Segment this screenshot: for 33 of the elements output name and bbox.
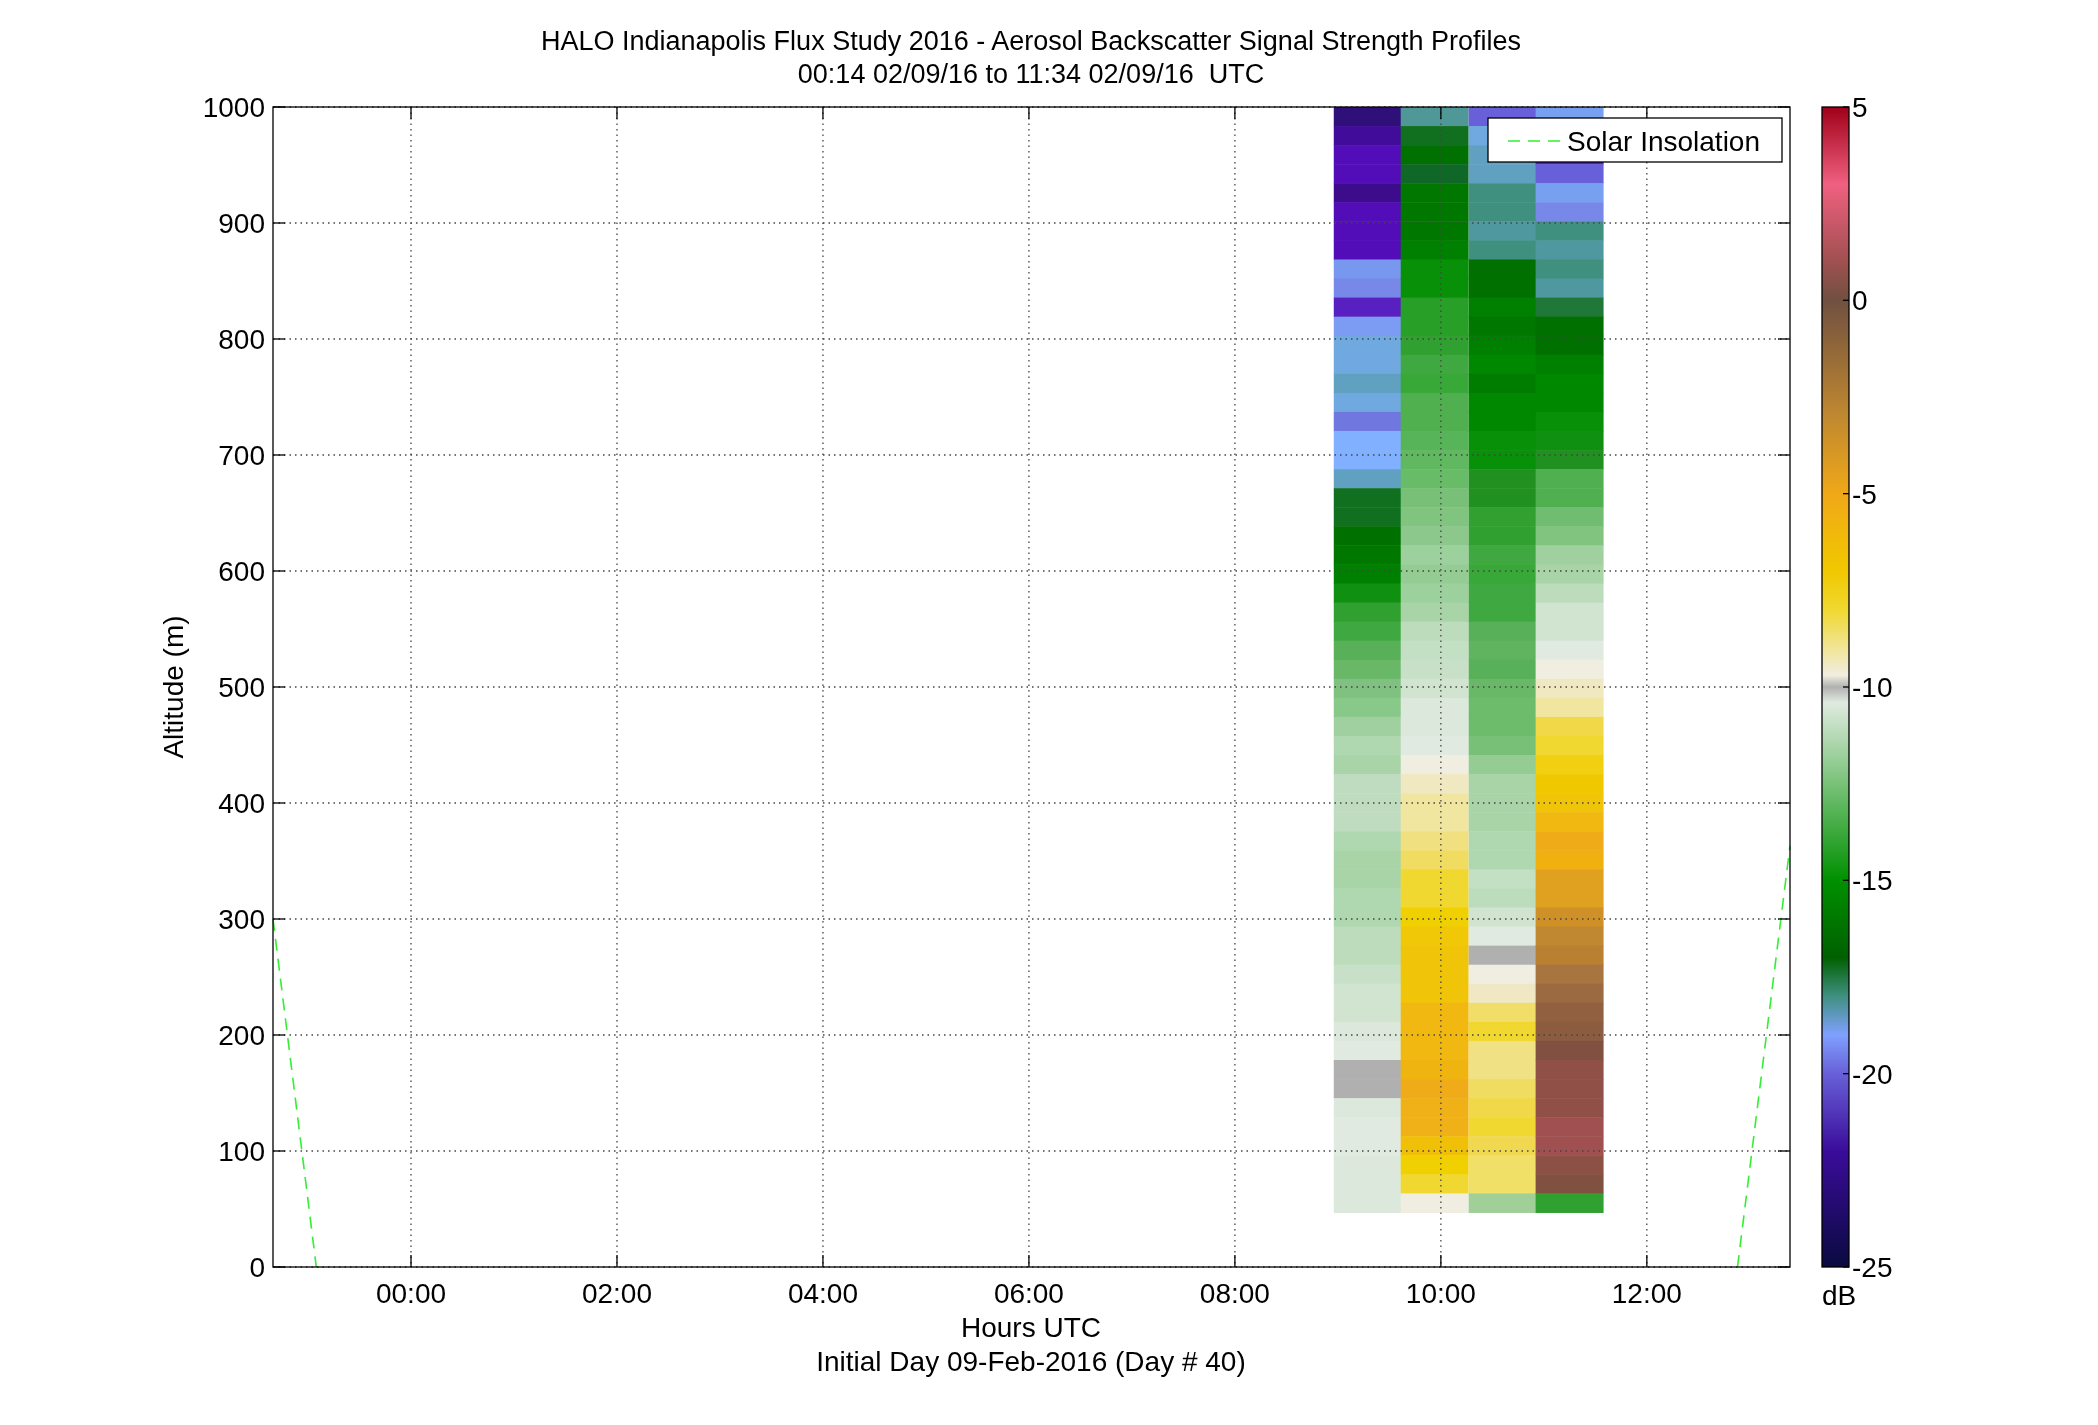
y-axis-label: Altitude (m)	[158, 615, 189, 759]
colorbar-tick-label: -10	[1852, 672, 1893, 703]
colorbar-tick-label: 0	[1852, 285, 1868, 317]
y-tick-label: 900	[218, 208, 265, 239]
colorbar-tick-label: -5	[1852, 478, 1877, 510]
x-tick-label: 04:00	[787, 1278, 858, 1309]
y-tick-label: 200	[218, 1020, 265, 1051]
x-tick-label: 08:00	[1199, 1278, 1270, 1309]
y-tick-label: 1000	[202, 92, 265, 123]
x-tick-label: 00:00	[375, 1278, 447, 1309]
x-tick-label: 06:00	[993, 1278, 1064, 1309]
chart-title: HALO Indianapolis Flux Study 2016 - Aerosol Backscatter Signal Strength Profiles	[541, 26, 1521, 56]
caption: Initial Day 09-Feb-2016 (Day # 40)	[816, 1346, 1246, 1377]
colorbar-unit: dB	[1822, 1280, 1857, 1311]
chart-subtitle: 00:14 02/09/16 to 11:34 02/09/16 UTC	[797, 59, 1265, 89]
x-axis-label: Hours UTC	[961, 1312, 1101, 1343]
legend-label: Solar Insolation	[1567, 126, 1760, 157]
y-tick-label: 0	[249, 1252, 265, 1283]
colorbar-tick-label: -20	[1852, 1058, 1893, 1090]
y-tick-label: 800	[218, 324, 265, 355]
y-tick-label: 400	[218, 788, 265, 819]
y-tick-label: 100	[218, 1136, 265, 1167]
x-tick-label: 10:00	[1405, 1278, 1476, 1309]
x-tick-label: 12:00	[1611, 1278, 1682, 1309]
legend-line-icon	[1507, 140, 1561, 142]
y-tick-label: 700	[218, 440, 265, 471]
y-tick-label: 600	[218, 556, 265, 587]
colorbar-tick-label: -25	[1852, 1252, 1893, 1283]
y-tick-label: 300	[218, 904, 265, 935]
colorbar-tick-label: 5	[1852, 92, 1868, 123]
y-tick-label: 500	[218, 672, 265, 703]
x-tick-label: 02:00	[581, 1278, 652, 1309]
colorbar-tick-label: -15	[1852, 865, 1893, 897]
